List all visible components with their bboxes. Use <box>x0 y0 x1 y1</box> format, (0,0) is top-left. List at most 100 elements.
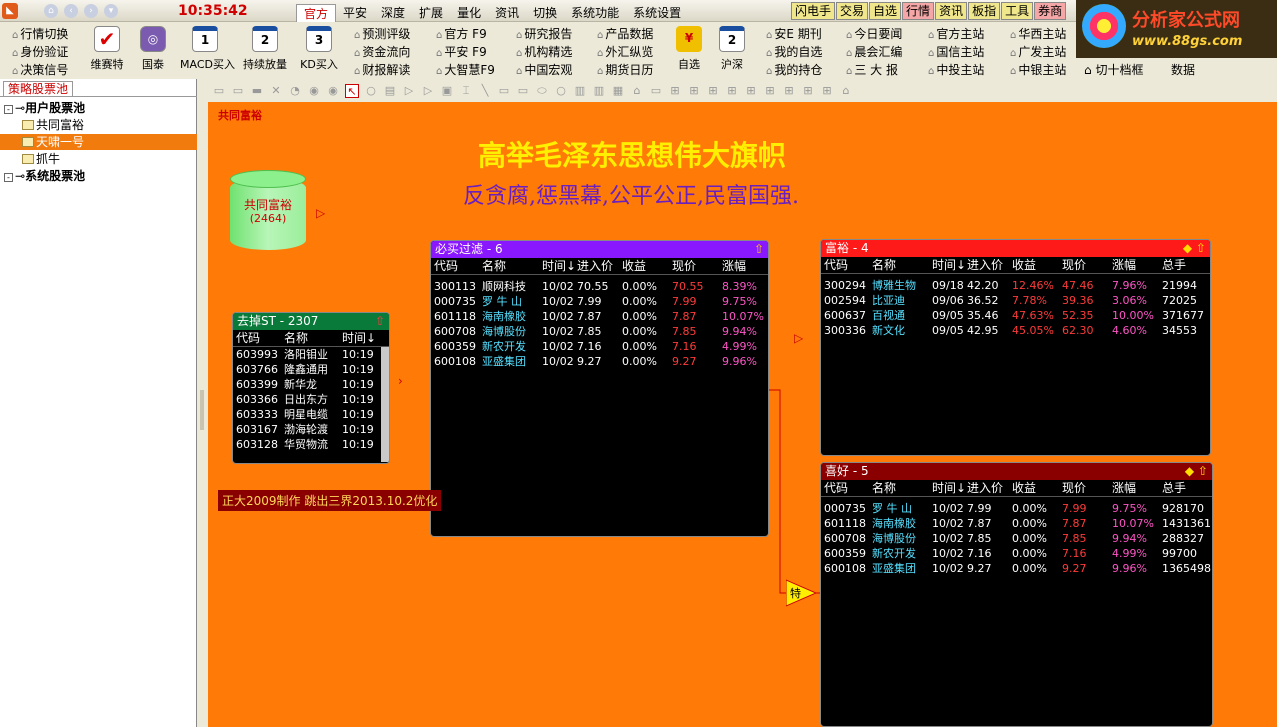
delete-icon[interactable]: ✕ <box>269 84 283 98</box>
strategy-canvas[interactable]: 共同富裕 高举毛泽东思想伟大旗帜 反贪腐,惩黑幕,公平公正,民富国强. 共同富裕… <box>208 102 1277 727</box>
toolbar-link[interactable]: ⌂ 大智慧F9 <box>436 61 495 78</box>
table-row[interactable]: 601118 海南橡胶 10/02 7.87 0.00% 7.87 10.07% 143136… <box>821 516 1212 531</box>
column-header[interactable]: 总手 <box>1162 257 1207 273</box>
same-height-icon[interactable]: ⊞ <box>801 84 815 98</box>
menu-item[interactable]: 切换 <box>526 4 564 23</box>
column-header[interactable]: 名称 <box>872 257 932 273</box>
column-header[interactable]: 名称 <box>872 480 932 496</box>
column-header[interactable]: 时间↓ <box>542 258 577 274</box>
column-header[interactable]: 涨幅 <box>1112 257 1162 273</box>
column-header[interactable]: 代码 <box>824 257 872 273</box>
menu-item[interactable]: 量化 <box>450 4 488 23</box>
column-header[interactable]: 总手 <box>1162 480 1207 496</box>
arrow-icon[interactable]: ▷ <box>402 84 416 98</box>
column-header[interactable]: 代码 <box>236 330 284 346</box>
same-size-icon[interactable]: ⊞ <box>820 84 834 98</box>
toolbar-link[interactable]: ⌂ 行情切换 <box>12 25 68 42</box>
toolbar-link[interactable]: ⌂ 期货日历 <box>597 61 653 78</box>
toolbar-link[interactable]: ⌂ 研究报告 <box>516 25 572 42</box>
rich-title[interactable]: 富裕 - 4 ◆ ⇧ <box>821 240 1210 257</box>
tree-item[interactable]: 天啸一号 <box>0 134 197 150</box>
pause-icon[interactable]: ◉ <box>307 84 321 98</box>
column-header[interactable]: 进入价 <box>577 258 622 274</box>
line-icon[interactable]: ╲ <box>478 84 492 98</box>
toolbar-link[interactable]: ⌂ 财报解读 <box>354 61 410 78</box>
table-row[interactable]: 300113 顺网科技 10/02 70.55 0.00% 70.55 8.39% <box>431 279 768 294</box>
column-header[interactable]: 收益 <box>622 258 672 274</box>
table-row[interactable]: 603366 日出东方 10:19 <box>233 392 389 407</box>
arrow-up-icon[interactable]: ◆ ⇧ <box>1183 240 1206 257</box>
toolbar-link[interactable]: ⌂ 官方 F9 <box>436 25 487 42</box>
toolbar-big-button[interactable]: 2 持续放量 <box>240 22 290 72</box>
arrow-up-icon[interactable]: ⇧ <box>754 241 764 258</box>
arrow-up-icon[interactable]: ◆ ⇧ <box>1185 463 1208 480</box>
paste-icon[interactable]: ▥ <box>592 84 606 98</box>
toolbar-big-button[interactable]: ✔ 维赛特 <box>82 22 132 72</box>
table-row[interactable]: 603167 渤海轮渡 10:19 <box>233 422 389 437</box>
circle-icon[interactable]: ○ <box>364 84 378 98</box>
lock-icon[interactable]: ⌂ <box>839 84 853 98</box>
column-header[interactable]: 时间↓ <box>932 257 967 273</box>
collapse-icon[interactable]: - <box>4 105 13 114</box>
exclude-st-title[interactable]: 去掉ST - 2307 ⇧ <box>233 313 389 330</box>
stock-pool-node[interactable]: 共同富裕 (2464) <box>230 170 306 256</box>
quick-button[interactable]: 工具 <box>1001 2 1034 20</box>
toolbar-link[interactable]: ⌂ 中投主站 <box>928 61 984 78</box>
toolbar-big-button[interactable]: 3 KD买入 <box>294 22 344 72</box>
table-row[interactable]: 603993 洛阳钼业 10:19 <box>233 347 389 362</box>
column-header[interactable]: 进入价 <box>967 480 1012 496</box>
ellipse-icon[interactable]: ⬭ <box>535 84 549 98</box>
toolbar-link[interactable]: ⌂ 我的自选 <box>766 43 822 60</box>
menu-item[interactable]: 资讯 <box>488 4 526 23</box>
toolbar-big-button[interactable]: 2 沪深 <box>707 22 757 72</box>
align-bottom-icon[interactable]: ⊞ <box>725 84 739 98</box>
paint-icon[interactable]: ⌂ <box>630 84 644 98</box>
column-header[interactable]: 收益 <box>1012 480 1062 496</box>
toolbar-link[interactable]: ⌂ 切十档框 <box>1084 61 1143 78</box>
toolbar-link[interactable]: ⌂ 广发主站 <box>1010 43 1066 60</box>
special-filter-node[interactable]: 特 <box>786 578 816 608</box>
table-row[interactable]: 600108 亚盛集团 10/02 9.27 0.00% 9.27 9.96% <box>431 354 768 369</box>
trash-icon[interactable]: ▦ <box>611 84 625 98</box>
table-row[interactable]: 600108 亚盛集团 10/02 9.27 0.00% 9.27 9.96% 1365498 <box>821 561 1212 576</box>
align-top-icon[interactable]: ⊞ <box>706 84 720 98</box>
align-right-icon[interactable]: ⊞ <box>687 84 701 98</box>
toolbar-link[interactable]: ⌂ 预测评级 <box>354 25 410 42</box>
note-icon[interactable]: ▤ <box>383 84 397 98</box>
text-icon[interactable]: ⌶ <box>459 84 473 98</box>
column-header[interactable]: 现价 <box>1062 257 1112 273</box>
toolbar-link[interactable]: ⌂ 三 大 报 <box>846 61 898 78</box>
tree-item[interactable]: - ⊸系统股票池 <box>0 168 197 184</box>
table-row[interactable]: 000735 罗 牛 山 10/02 7.99 0.00% 7.99 9.75% 928170 <box>821 501 1212 516</box>
column-header[interactable]: 代码 <box>434 258 482 274</box>
column-header[interactable]: 名称 <box>482 258 542 274</box>
column-header[interactable]: 时间↓ <box>932 480 967 496</box>
column-header[interactable]: 涨幅 <box>722 258 767 274</box>
toolbar-link[interactable]: ⌂ 国信主站 <box>928 43 984 60</box>
collapse-icon[interactable]: - <box>4 173 13 182</box>
table-row[interactable]: 300294 博雅生物 09/18 42.20 12.46% 47.46 7.96% 2199… <box>821 278 1210 293</box>
new-icon[interactable]: ▭ <box>212 84 226 98</box>
tree-item[interactable]: - ⊸用户股票池 <box>0 100 197 116</box>
table-row[interactable]: 603128 华贸物流 10:19 <box>233 437 389 452</box>
dot-icon[interactable]: ○ <box>554 84 568 98</box>
toolbar-big-button[interactable]: 1 MACD买入 <box>180 22 235 72</box>
toolbar-link[interactable]: ⌂ 今日要闻 <box>846 25 902 42</box>
pointer-icon[interactable]: ↖ <box>345 84 359 98</box>
toolbar-link[interactable]: ⌂ 身份验证 <box>12 43 68 60</box>
quick-button[interactable]: 闪电手 <box>791 2 836 20</box>
bar-icon[interactable]: ▭ <box>649 84 663 98</box>
good-window[interactable]: 喜好 - 5 ◆ ⇧ 代码 名称 时间↓ 进入价 收益 现价 涨幅 总手 000735 罗 牛 … <box>820 462 1213 727</box>
quick-button[interactable]: 板指 <box>968 2 1001 20</box>
stop-icon[interactable]: ◉ <box>326 84 340 98</box>
splitter-grip-icon[interactable] <box>200 390 204 430</box>
forward-icon[interactable]: › <box>84 4 98 18</box>
toolbar-link[interactable]: ⌂ 资金流向 <box>354 43 410 60</box>
rect-icon[interactable]: ▭ <box>497 84 511 98</box>
column-header[interactable]: 进入价 <box>967 257 1012 273</box>
column-header[interactable]: 涨幅 <box>1112 480 1162 496</box>
table-row[interactable]: 600637 百视通 09/05 35.46 47.63% 52.35 10.00% 3716… <box>821 308 1210 323</box>
table-row[interactable]: 601118 海南橡胶 10/02 7.87 0.00% 7.87 10.07% <box>431 309 768 324</box>
menu-item[interactable]: 系统设置 <box>626 4 688 23</box>
toolbar-link-label[interactable]: 数据 <box>1171 61 1195 78</box>
